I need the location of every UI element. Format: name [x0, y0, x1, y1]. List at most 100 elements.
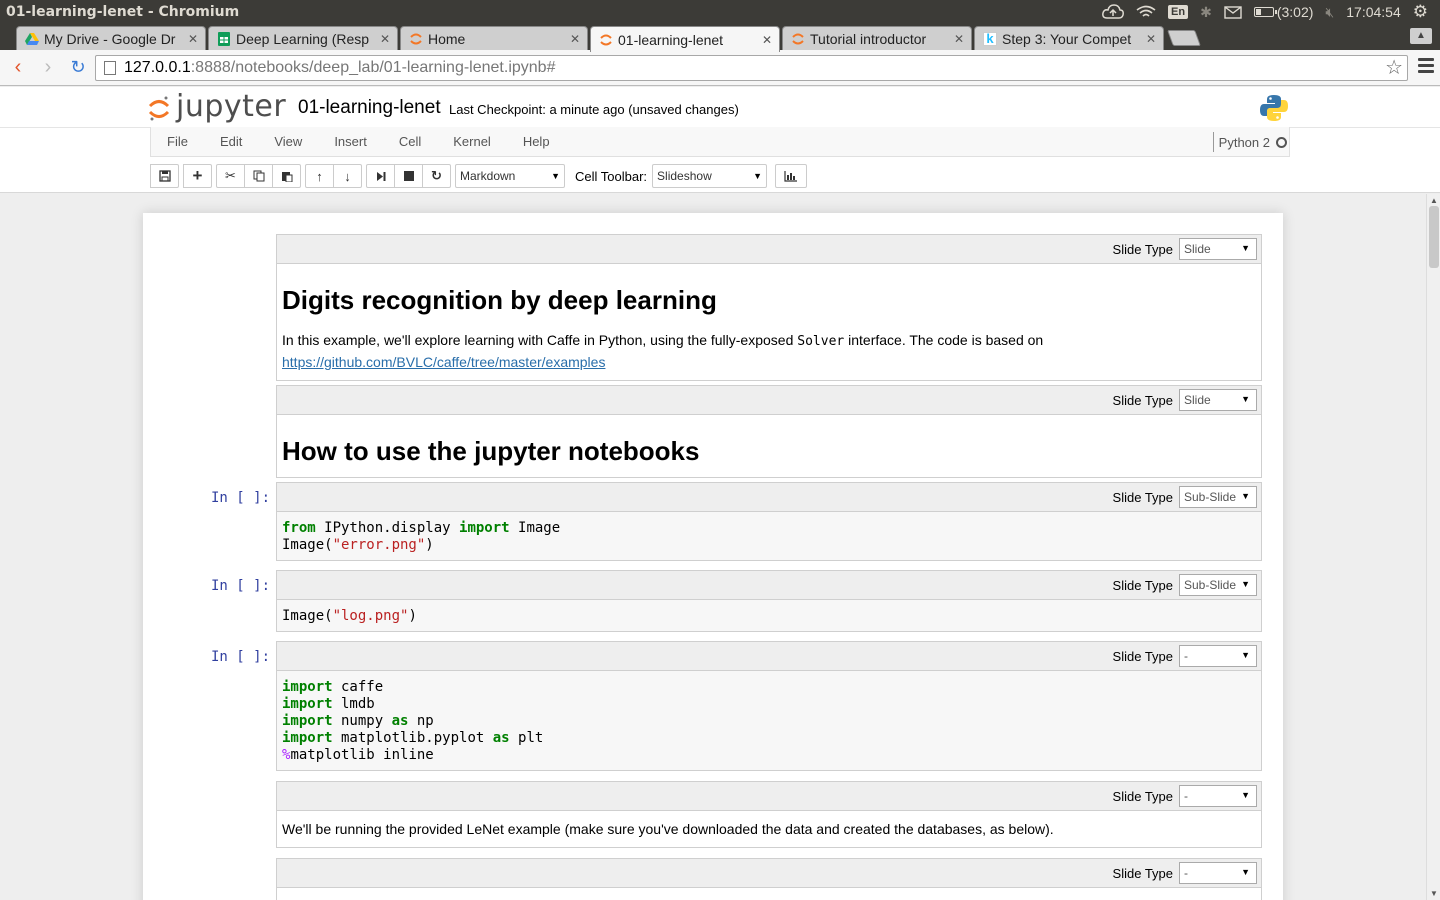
reload-button[interactable]: ↻ [64, 54, 92, 82]
menu-help[interactable]: Help [507, 134, 566, 149]
move-down-button[interactable]: ↓ [333, 164, 362, 188]
cell-slideshow-toolbar: Slide Type Slide ▼ [277, 235, 1261, 264]
heading: How to use the jupyter notebooks [282, 436, 700, 466]
jupyter-icon [599, 33, 613, 47]
scroll-up-icon[interactable]: ▲ [1430, 196, 1438, 205]
cell-slideshow-toolbar: Slide Type Slide ▼ [277, 386, 1261, 415]
tab-home[interactable]: Home ✕ [400, 26, 588, 50]
interrupt-kernel-button[interactable] [394, 164, 423, 188]
cut-button[interactable]: ✂ [216, 164, 245, 188]
battery-indicator[interactable]: (3:02) [1248, 0, 1320, 24]
presentation-button[interactable] [775, 164, 808, 188]
save-button[interactable] [150, 164, 179, 188]
tab-close-icon[interactable]: ✕ [1145, 32, 1157, 46]
cloud-upload-icon[interactable] [1096, 0, 1130, 24]
notebook-container: Slide Type Slide ▼ Digits recognition by … [143, 213, 1283, 900]
google-sheets-icon [217, 31, 231, 46]
browser-toolbar: ‹ › ↻ 127.0.0.1 :8888/notebooks/deep_lab… [0, 50, 1440, 86]
code-editor[interactable]: import caffe import lmdb import numpy as… [277, 671, 1261, 770]
kernel-idle-icon [1276, 136, 1287, 148]
markdown-cell[interactable]: Slide Type - ▼ We'll be running the provi… [276, 781, 1262, 848]
volume-muted-icon[interactable]: 🔇︎ [1319, 0, 1340, 24]
notebook-toolbar: + ✂ ↑ ↓ ↻ Markdown ▼ Cell Toolbar: Slide… [150, 164, 808, 188]
settings-gear-icon[interactable]: ⚙ [1407, 0, 1434, 24]
tab-deep-learning-sheet[interactable]: Deep Learning (Resp ✕ [208, 26, 398, 50]
cell-slideshow-toolbar: Slide Type Sub-Slide ▼ [277, 483, 1261, 512]
notebook-area: Slide Type Slide ▼ Digits recognition by … [0, 194, 1426, 900]
insert-cell-button[interactable]: + [183, 164, 212, 188]
battery-icon [1253, 7, 1277, 17]
new-tab-button[interactable] [1167, 30, 1201, 46]
slide-type-select[interactable]: Sub-Slide ▼ [1179, 574, 1257, 596]
markdown-cell[interactable]: Slide Type Slide ▼ Digits recognition by … [276, 234, 1262, 381]
tab-close-icon[interactable]: ✕ [379, 32, 391, 46]
notebook-name[interactable]: 01-learning-lenet [298, 97, 441, 119]
run-cell-button[interactable] [366, 164, 395, 188]
profile-icon[interactable]: ▲ [1410, 28, 1432, 44]
forward-button[interactable]: › [34, 54, 62, 82]
browser-menu-icon[interactable] [1418, 58, 1434, 76]
menu-edit[interactable]: Edit [204, 134, 258, 149]
address-bar[interactable]: 127.0.0.1 :8888/notebooks/deep_lab/01-le… [95, 55, 1408, 81]
slide-type-select[interactable]: - ▼ [1179, 785, 1257, 807]
wifi-icon[interactable] [1130, 0, 1162, 24]
tab-tutorial[interactable]: Tutorial introductor ✕ [782, 26, 972, 50]
page-scrollbar[interactable]: ▲ ▼ [1426, 194, 1440, 900]
mail-icon[interactable] [1218, 0, 1248, 24]
jupyter-logo-icon [148, 94, 170, 120]
jupyter-logo[interactable]: jupyter [148, 89, 286, 124]
menu-insert[interactable]: Insert [318, 134, 383, 149]
menu-kernel[interactable]: Kernel [437, 134, 507, 149]
markdown-cell[interactable]: Slide Type - ▼ [276, 858, 1262, 900]
slide-type-select[interactable]: Slide ▼ [1179, 389, 1257, 411]
slide-type-select[interactable]: - ▼ [1179, 862, 1257, 884]
code-cell[interactable]: Slide Type Sub-Slide ▼ Image("log.png") [276, 570, 1262, 632]
clock[interactable]: 17:04:54 [1340, 0, 1407, 24]
restart-kernel-button[interactable]: ↻ [422, 164, 451, 188]
tab-close-icon[interactable]: ✕ [761, 33, 773, 47]
bookmark-star-icon[interactable]: ☆ [1385, 56, 1403, 80]
code-cell[interactable]: Slide Type Sub-Slide ▼ from IPython.displ… [276, 482, 1262, 561]
os-top-panel: 01-learning-lenet - Chromium En ✱ (3:02)… [0, 0, 1440, 24]
url-host: 127.0.0.1 [124, 59, 191, 76]
move-up-button[interactable]: ↑ [305, 164, 334, 188]
cell-toolbar-label: Cell Toolbar: [575, 168, 648, 184]
tab-01-learning-lenet[interactable]: 01-learning-lenet ✕ [590, 26, 780, 52]
kaggle-icon: k [983, 31, 997, 46]
step-forward-icon [376, 171, 385, 181]
cell-type-select[interactable]: Markdown ▼ [455, 164, 565, 188]
tab-close-icon[interactable]: ✕ [953, 32, 965, 46]
tab-close-icon[interactable]: ✕ [187, 32, 199, 46]
jupyter-icon [409, 32, 423, 46]
menu-view[interactable]: View [258, 134, 318, 149]
copy-button[interactable] [244, 164, 273, 188]
bluetooth-icon[interactable]: ✱ [1194, 0, 1218, 24]
back-button[interactable]: ‹ [4, 54, 32, 82]
markdown-rendered: How to use the jupyter notebooks [277, 415, 1261, 477]
stop-icon [403, 171, 414, 181]
code-editor[interactable]: Image("log.png") [277, 600, 1261, 631]
code-editor[interactable]: from IPython.display import Image Image(… [277, 512, 1261, 560]
checkpoint-status: Last Checkpoint: a minute ago (unsaved c… [449, 102, 739, 117]
slide-type-select[interactable]: - ▼ [1179, 645, 1257, 667]
scrollbar-thumb[interactable] [1429, 206, 1439, 268]
tab-kaggle-step3[interactable]: k Step 3: Your Compet ✕ [974, 26, 1164, 50]
github-link[interactable]: https://github.com/BVLC/caffe/tree/maste… [282, 354, 605, 370]
system-tray: En ✱ (3:02) 🔇︎ 17:04:54 ⚙ [1096, 0, 1434, 24]
heading: Digits recognition by deep learning [282, 285, 717, 315]
slide-type-select[interactable]: Sub-Slide ▼ [1179, 486, 1257, 508]
tab-my-drive[interactable]: My Drive - Google Dr ✕ [16, 26, 206, 50]
notebook-menubar: File Edit View Insert Cell Kernel Help P… [150, 127, 1290, 157]
keyboard-language-indicator[interactable]: En [1162, 0, 1194, 24]
slide-type-select[interactable]: Slide ▼ [1179, 238, 1257, 260]
tab-close-icon[interactable]: ✕ [569, 32, 581, 46]
menu-cell[interactable]: Cell [383, 134, 437, 149]
menu-file[interactable]: File [151, 134, 204, 149]
paste-button[interactable] [272, 164, 301, 188]
google-drive-icon [25, 32, 39, 46]
markdown-cell[interactable]: Slide Type Slide ▼ How to use the jupyter… [276, 385, 1262, 478]
scroll-down-icon[interactable]: ▼ [1430, 889, 1438, 898]
cell-toolbar-select[interactable]: Slideshow ▼ [652, 164, 768, 188]
code-cell[interactable]: Slide Type - ▼ import caffe import lmdb i… [276, 641, 1262, 771]
input-prompt: In [ ]: [211, 578, 271, 594]
